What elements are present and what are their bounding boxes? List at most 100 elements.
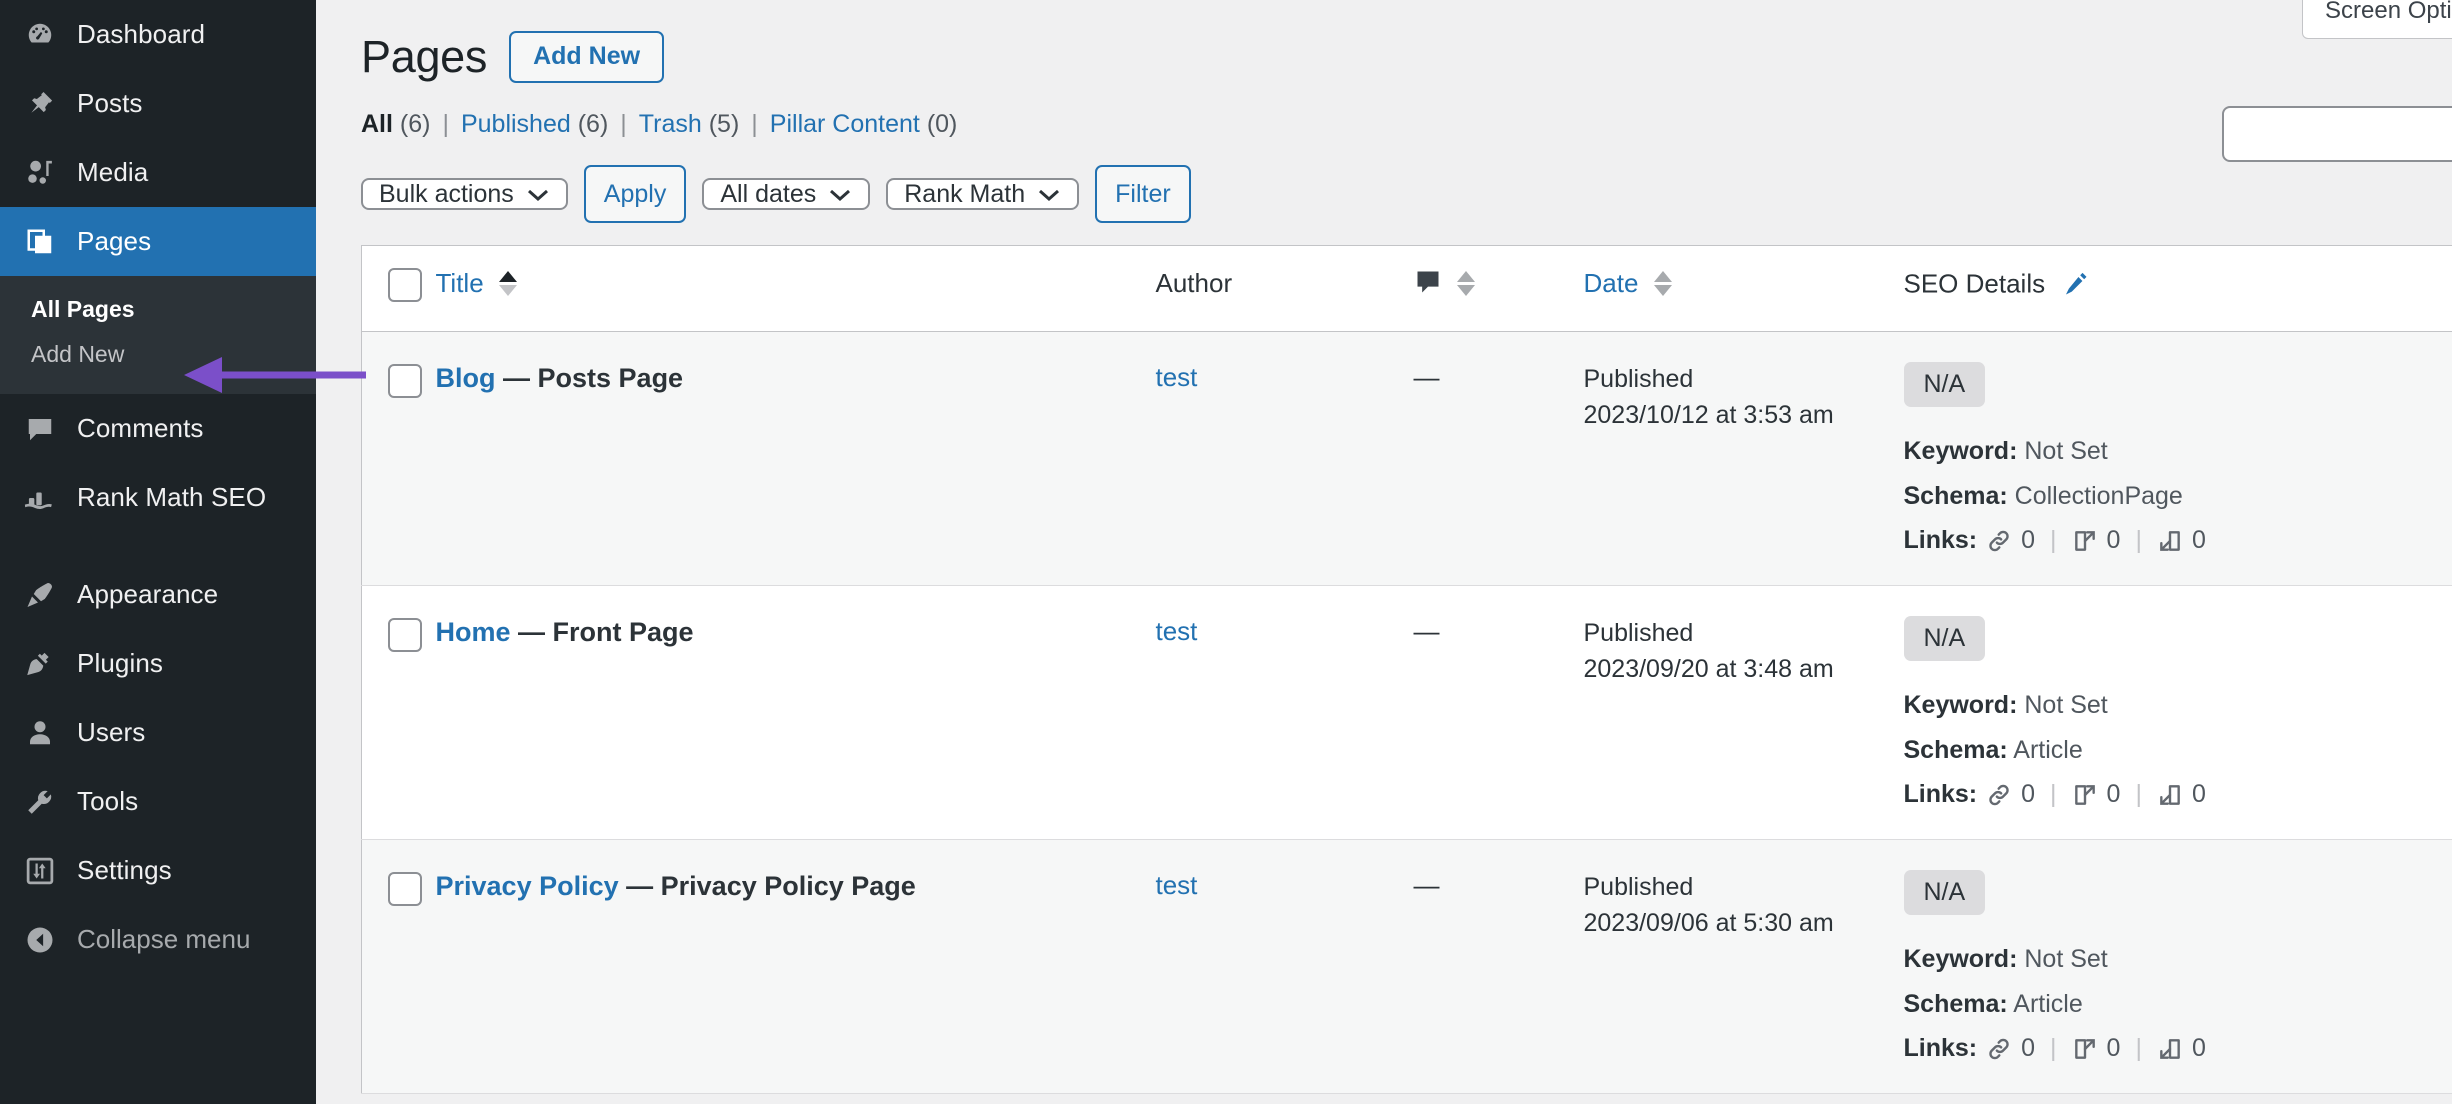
add-new-button[interactable]: Add New	[509, 31, 665, 83]
page-title-suffix: — Posts Page	[503, 363, 684, 393]
links-label: Links:	[1903, 1034, 1978, 1062]
bulk-actions-select[interactable]: Bulk actions	[361, 178, 568, 210]
sidebar-item-label: Tools	[77, 786, 139, 816]
sidebar-item-dashboard[interactable]: Dashboard	[0, 0, 316, 69]
plug-icon	[17, 649, 63, 679]
sidebar-item-label: Plugins	[77, 648, 163, 678]
sort-indicator-icon[interactable]	[1456, 271, 1475, 296]
column-header-title[interactable]: Title	[435, 245, 1156, 332]
pages-table: Title Author Date SEO Details Blog — Pos…	[361, 245, 2452, 1094]
dates-filter-wrapper: All dates	[702, 167, 871, 221]
wordpress-admin-screen: Dashboard Posts Media Pages All Pages Ad…	[0, 0, 2452, 1104]
column-header-title-link[interactable]: Title	[436, 268, 484, 298]
incoming-links-count: 0	[2191, 526, 2206, 554]
links-separator: |	[2135, 1034, 2142, 1062]
screen-options-button[interactable]: Screen Options	[2302, 0, 2452, 39]
external-links-count: 0	[2106, 1034, 2121, 1062]
internal-links-count: 0	[2021, 526, 2036, 554]
table-header-row: Title Author Date SEO Details	[361, 245, 2452, 332]
column-header-seo-details-link[interactable]: SEO Details	[1904, 268, 2046, 298]
media-icon	[17, 158, 63, 188]
sidebar-item-media[interactable]: Media	[0, 138, 316, 207]
row-checkbox[interactable]	[388, 364, 422, 398]
status-filter-all[interactable]: All	[361, 110, 393, 139]
author-link[interactable]: test	[1156, 362, 1198, 392]
author-link[interactable]: test	[1156, 870, 1198, 900]
keyword-value: Not Set	[2024, 945, 2108, 973]
search-input[interactable]	[2222, 106, 2452, 162]
sidebar-item-label: Media	[77, 157, 149, 187]
row-checkbox[interactable]	[388, 618, 422, 652]
row-date-cell: Published 2023/09/06 at 5:30 am	[1584, 840, 1904, 1094]
sidebar-item-comments[interactable]: Comments	[0, 394, 316, 463]
schema-label: Schema:	[1903, 735, 2008, 764]
keyword-label: Keyword:	[1903, 945, 2018, 973]
page-title-suffix: — Front Page	[518, 617, 694, 647]
keyword-label: Keyword:	[1903, 691, 2018, 719]
bulk-actions-wrapper: Bulk actions	[361, 167, 568, 221]
seo-keyword-line: Keyword: Not Set	[1904, 689, 2452, 722]
incoming-link-icon	[2157, 782, 2183, 808]
admin-sidebar: Dashboard Posts Media Pages All Pages Ad…	[0, 0, 329, 1104]
sidebar-item-appearance[interactable]: Appearance	[0, 560, 316, 629]
links-separator: |	[2050, 526, 2057, 554]
status-filter-pillar-content[interactable]: Pillar Content	[770, 110, 920, 139]
author-link[interactable]: test	[1156, 616, 1198, 646]
comments-count: —	[1413, 870, 1440, 900]
sidebar-item-users[interactable]: Users	[0, 698, 316, 767]
row-checkbox[interactable]	[388, 872, 422, 906]
seo-keyword-line: Keyword: Not Set	[1904, 943, 2452, 976]
sidebar-item-tools[interactable]: Tools	[0, 767, 316, 836]
row-title: Blog — Posts Page	[436, 362, 1156, 394]
status-filter-trash[interactable]: Trash	[639, 110, 702, 139]
table-navigation-top: Bulk actions Apply All dates Rank Math F…	[361, 165, 2422, 223]
sidebar-item-label: Users	[77, 717, 146, 747]
table-row: Home — Front Page test — Published 2023/…	[361, 586, 2452, 840]
row-comments-cell: —	[1414, 332, 1584, 586]
page-title-link[interactable]: Privacy Policy	[436, 871, 619, 901]
status-filter-published[interactable]: Published	[461, 110, 571, 139]
row-comments-cell: —	[1414, 840, 1584, 1094]
sidebar-item-posts[interactable]: Posts	[0, 69, 316, 138]
filter-button[interactable]: Filter	[1095, 165, 1191, 223]
select-all-checkbox[interactable]	[388, 268, 422, 302]
seo-score-badge: N/A	[1903, 870, 1986, 915]
schema-value: CollectionPage	[2014, 481, 2183, 510]
comment-icon	[17, 414, 63, 444]
link-icon	[1986, 528, 2012, 554]
date-status: Published	[1583, 365, 1694, 393]
sidebar-item-add-new[interactable]: Add New	[0, 332, 316, 377]
page-title-link[interactable]: Home	[436, 617, 511, 647]
sidebar-subitem-label: All Pages	[31, 296, 135, 322]
table-body: Blog — Posts Page test — Published 2023/…	[361, 331, 2452, 1094]
column-header-seo-details[interactable]: SEO Details	[1903, 245, 2452, 332]
date-value: 2023/10/12 at 3:53 am	[1583, 400, 1834, 429]
column-header-comments[interactable]	[1413, 245, 1584, 332]
table-head: Title Author Date SEO Details	[361, 245, 2452, 332]
page-title-link[interactable]: Blog	[436, 363, 496, 393]
sidebar-item-settings[interactable]: Settings	[0, 836, 316, 905]
keyword-label: Keyword:	[1903, 437, 2018, 465]
collapse-menu-button[interactable]: Collapse menu	[0, 905, 316, 974]
sidebar-item-plugins[interactable]: Plugins	[0, 629, 316, 698]
apply-button[interactable]: Apply	[583, 165, 687, 223]
seo-links-line: Links: 0 | 0 | 0	[1904, 526, 2452, 555]
sort-indicator-icon[interactable]	[1653, 270, 1672, 296]
sidebar-item-rank-math-seo[interactable]: Rank Math SEO	[0, 463, 316, 532]
sidebar-subitem-label: Add New	[31, 341, 125, 367]
sidebar-item-pages[interactable]: Pages	[0, 207, 329, 276]
rank-math-select[interactable]: Rank Math	[886, 178, 1080, 210]
comments-count: —	[1413, 362, 1440, 392]
row-select-cell	[362, 586, 436, 840]
user-icon	[17, 718, 63, 748]
sort-indicator-icon[interactable]	[498, 270, 517, 296]
column-header-date-link[interactable]: Date	[1584, 268, 1639, 298]
column-header-date[interactable]: Date	[1583, 245, 1904, 332]
dates-select[interactable]: All dates	[702, 178, 871, 210]
brush-icon	[17, 580, 63, 610]
incoming-links-count: 0	[2191, 780, 2206, 808]
link-icon	[1986, 782, 2012, 808]
sidebar-item-all-pages[interactable]: All Pages	[0, 287, 316, 332]
pencil-icon[interactable]	[2062, 270, 2090, 305]
links-label: Links:	[1903, 780, 1978, 808]
